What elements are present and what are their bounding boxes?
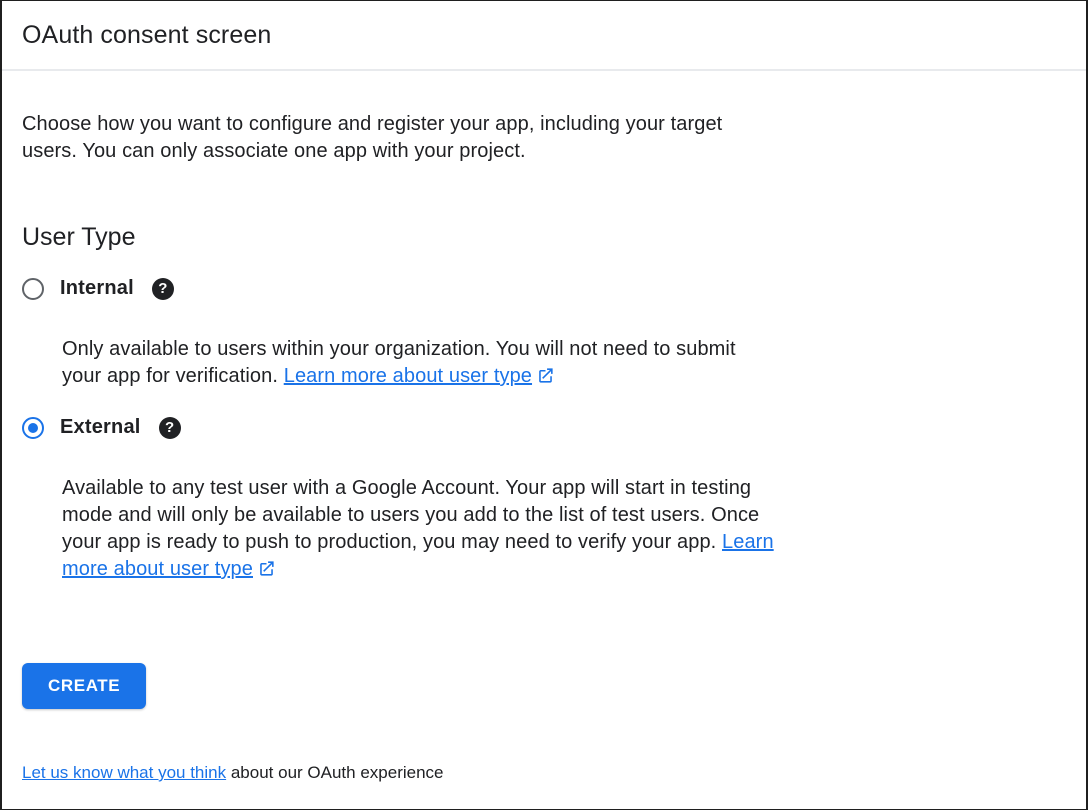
create-button[interactable]: CREATE	[22, 663, 146, 709]
external-description-text: Available to any test user with a Google…	[62, 477, 759, 553]
external-description: Available to any test user with a Google…	[62, 475, 774, 583]
page-title: OAuth consent screen	[22, 18, 1066, 52]
open-in-new-icon	[536, 366, 555, 385]
internal-description: Only available to users within your orga…	[62, 336, 774, 390]
header-divider	[2, 69, 1086, 71]
user-type-option-external: External ? Available to any test user wi…	[22, 416, 1066, 583]
external-radio[interactable]	[22, 417, 44, 439]
page-header: OAuth consent screen	[2, 1, 1086, 52]
oauth-consent-page: OAuth consent screen Choose how you want…	[0, 0, 1088, 810]
internal-radio-row[interactable]: Internal ?	[22, 277, 174, 300]
external-radio-label: External	[60, 416, 141, 439]
intro-text: Choose how you want to configure and reg…	[22, 111, 780, 165]
internal-radio[interactable]	[22, 278, 44, 300]
internal-learn-more-link[interactable]: Learn more about user type	[284, 365, 555, 387]
open-in-new-icon	[257, 559, 276, 578]
external-radio-row[interactable]: External ?	[22, 416, 181, 439]
radio-dot	[28, 284, 38, 294]
feedback-link[interactable]: Let us know what you think	[22, 763, 226, 782]
user-type-option-internal: Internal ? Only available to users withi…	[22, 277, 1066, 390]
footer-text: about our OAuth experience	[226, 763, 443, 782]
radio-dot	[28, 423, 38, 433]
user-type-heading: User Type	[22, 223, 1066, 251]
internal-learn-more-label: Learn more about user type	[284, 365, 532, 387]
help-icon[interactable]: ?	[152, 278, 174, 300]
help-icon[interactable]: ?	[159, 417, 181, 439]
internal-radio-label: Internal	[60, 277, 134, 300]
page-footer: Let us know what you think about our OAu…	[2, 761, 1086, 785]
page-content: Choose how you want to configure and reg…	[2, 111, 1086, 709]
